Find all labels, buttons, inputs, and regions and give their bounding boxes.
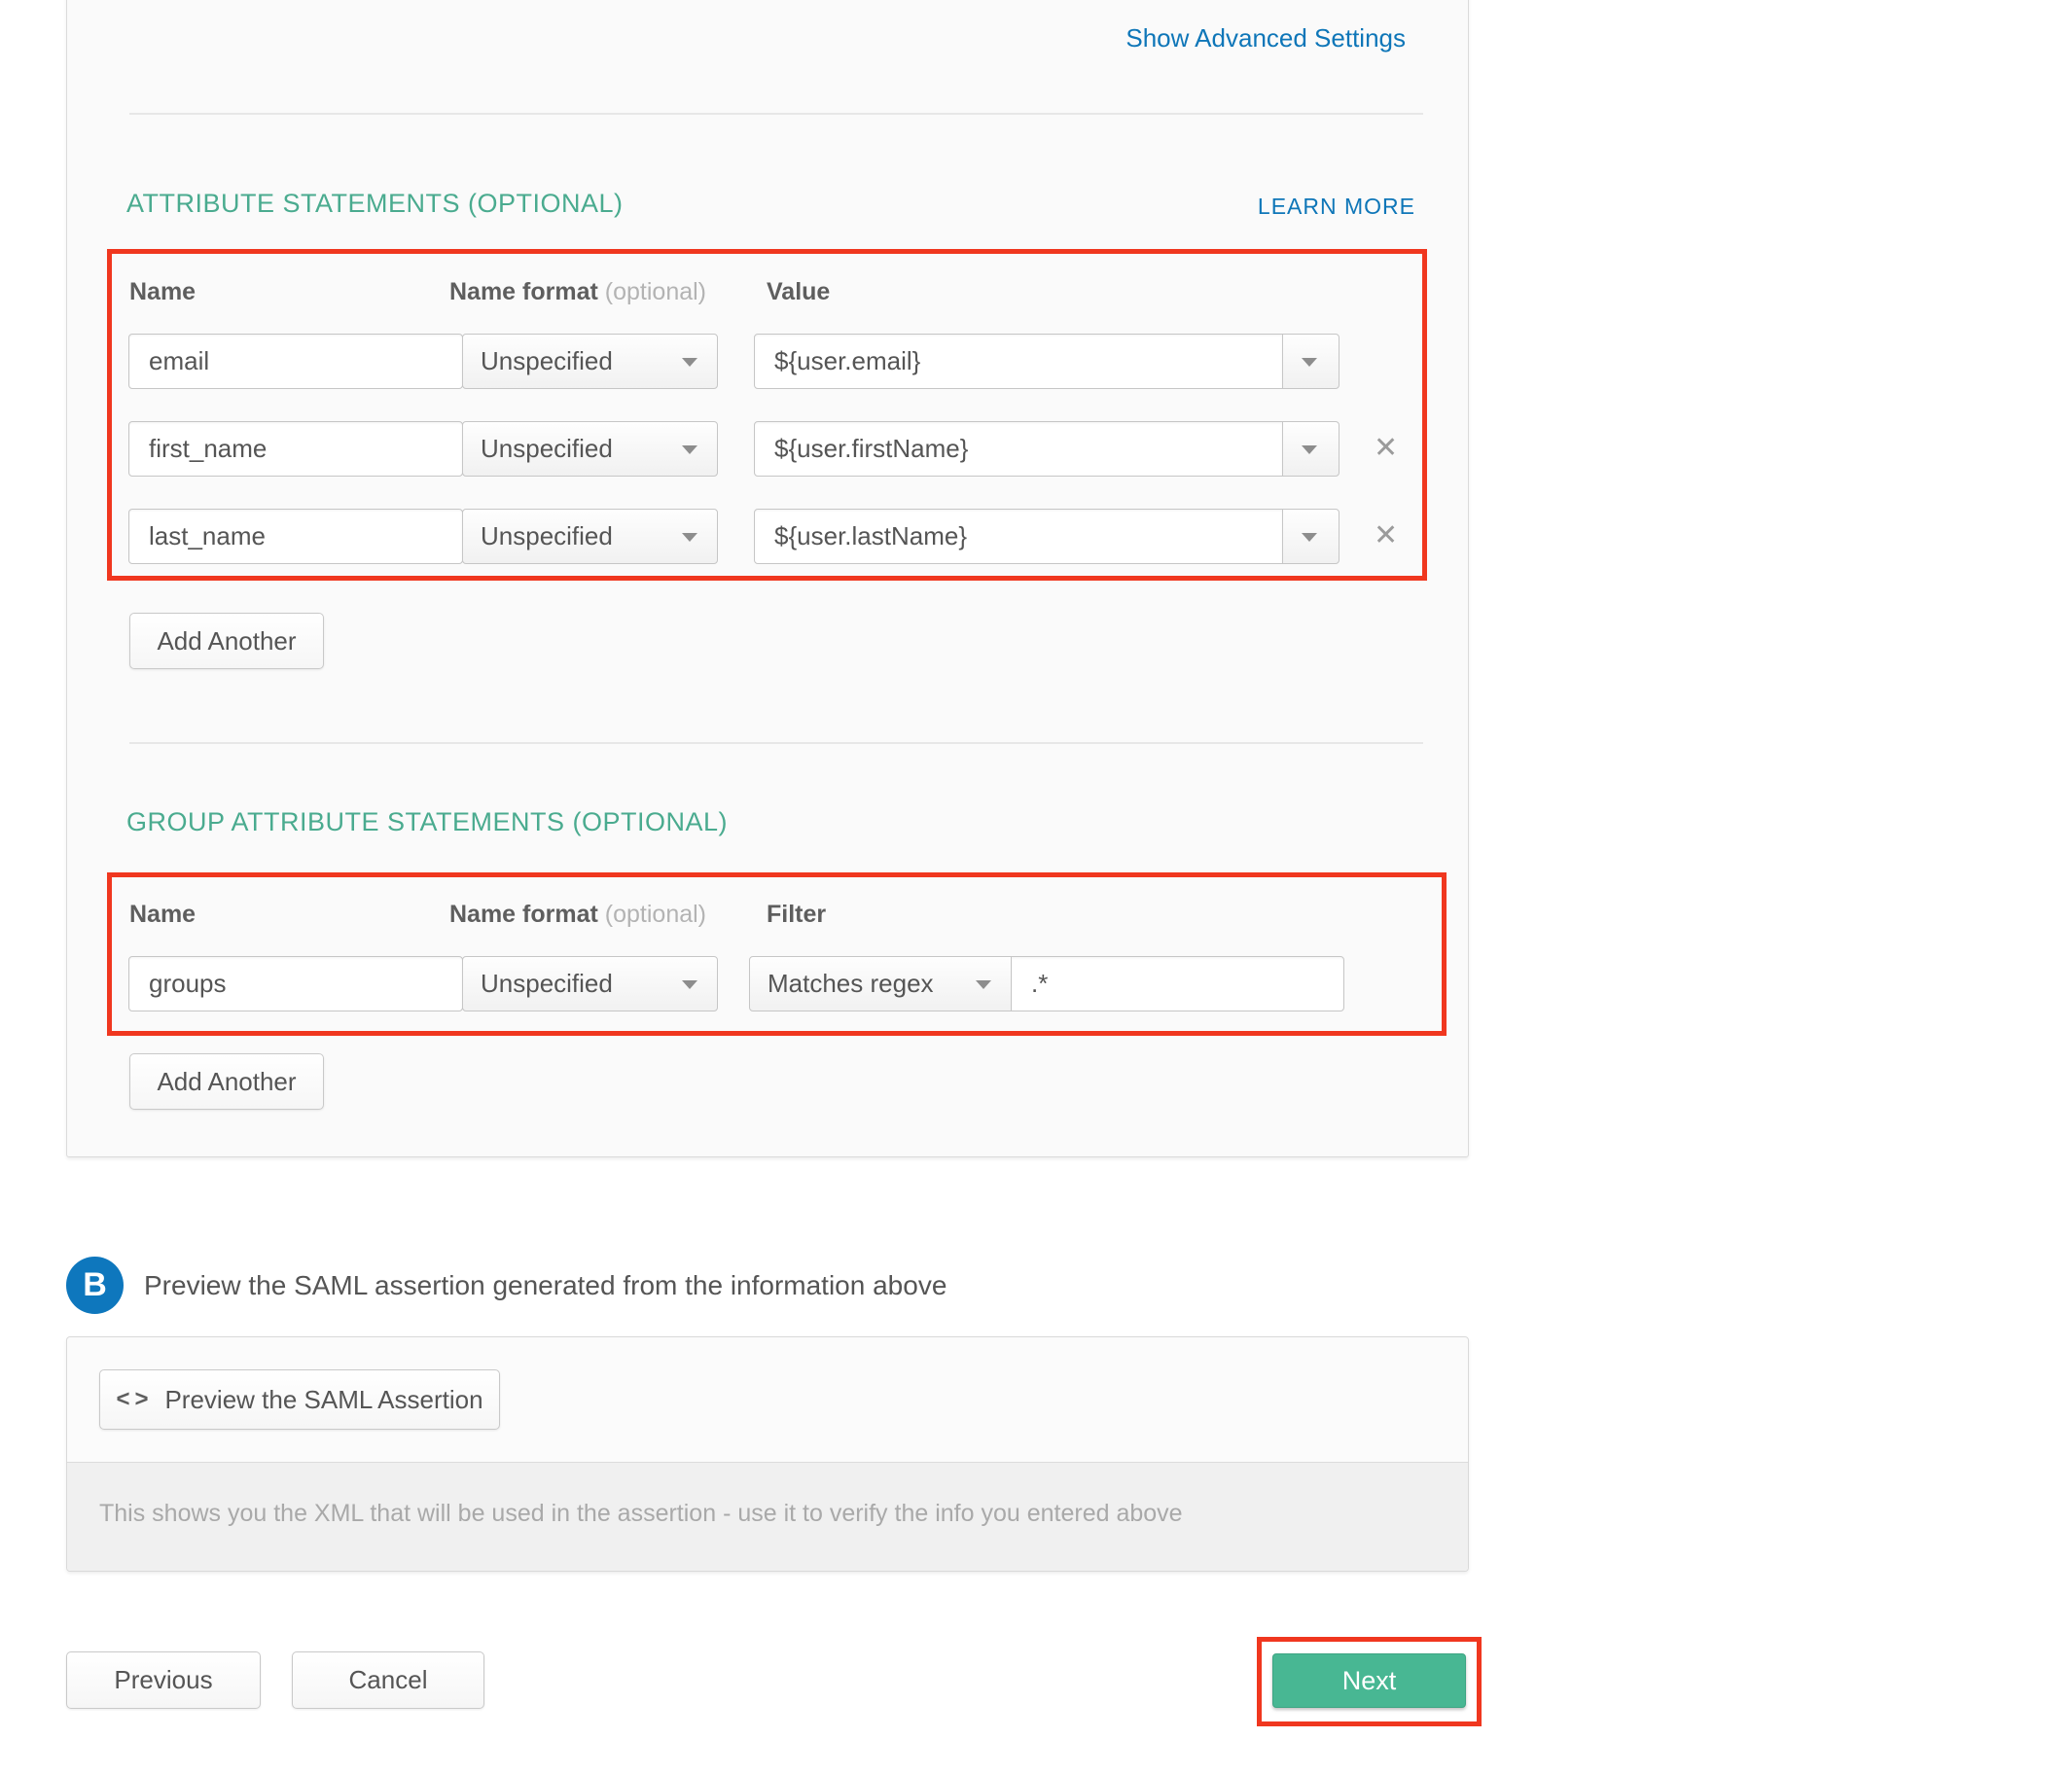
attribute-statements-heading: ATTRIBUTE STATEMENTS (OPTIONAL) [126,189,624,219]
group-attribute-statements-heading: GROUP ATTRIBUTE STATEMENTS (OPTIONAL) [126,807,728,837]
attr-value-input[interactable] [754,421,1283,477]
next-button[interactable]: Next [1272,1653,1466,1708]
show-advanced-settings-link[interactable]: Show Advanced Settings [1065,23,1406,53]
column-header-name: Name [129,901,196,929]
divider [129,113,1423,115]
attr-value-input[interactable] [754,334,1283,389]
column-header-name: Name [129,278,196,306]
learn-more-link[interactable]: LEARN MORE [1201,194,1415,220]
chevron-down-icon [682,445,697,454]
add-another-attribute-button[interactable]: Add Another [129,613,324,669]
remove-row-icon[interactable]: ✕ [1374,434,1398,463]
optional-hint: (optional) [605,278,706,305]
chevron-down-icon [682,980,697,989]
chevron-down-icon [1302,358,1317,367]
group-filter-value-input[interactable] [1011,956,1344,1011]
preview-section-title: Preview the SAML assertion generated fro… [144,1270,947,1301]
cancel-button[interactable]: Cancel [292,1651,484,1709]
divider [129,742,1423,744]
attr-value-dropdown-toggle[interactable] [1282,421,1340,477]
attr-name-format-select[interactable]: Unspecified [462,421,718,477]
group-name-format-select[interactable]: Unspecified [462,956,718,1011]
remove-row-icon[interactable]: ✕ [1374,521,1398,550]
saml-settings-page: Show Advanced Settings ATTRIBUTE STATEME… [0,0,2072,1774]
selected-format: Unspecified [481,521,613,550]
code-brackets-icon: <> [116,1386,153,1413]
attr-name-input[interactable] [128,334,463,389]
attr-name-input[interactable] [128,509,463,564]
attr-name-input[interactable] [128,421,463,477]
chevron-down-icon [976,980,991,989]
column-header-name-format: Name format (optional) [449,278,706,306]
selected-format: Unspecified [481,969,613,998]
attr-name-format-select[interactable]: Unspecified [462,334,718,389]
preview-helper-text: This shows you the XML that will be used… [99,1500,1364,1528]
attr-value-input[interactable] [754,509,1283,564]
previous-button[interactable]: Previous [66,1651,261,1709]
attr-name-format-select[interactable]: Unspecified [462,509,718,564]
preview-saml-assertion-button[interactable]: <> Preview the SAML Assertion [99,1369,500,1430]
selected-filter-type: Matches regex [768,969,934,998]
step-b-badge: B [66,1257,124,1314]
selected-format: Unspecified [481,346,613,375]
group-name-input[interactable] [128,956,463,1011]
column-header-name-format: Name format (optional) [449,901,706,929]
chevron-down-icon [1302,533,1317,542]
attr-value-dropdown-toggle[interactable] [1282,334,1340,389]
column-header-value: Value [767,278,830,306]
preview-saml-assertion-label: Preview the SAML Assertion [164,1385,482,1415]
chevron-down-icon [682,533,697,542]
column-header-filter: Filter [767,901,826,929]
add-another-group-attribute-button[interactable]: Add Another [129,1053,324,1110]
chevron-down-icon [682,358,697,367]
group-filter-type-select[interactable]: Matches regex [749,956,1012,1011]
selected-format: Unspecified [481,434,613,463]
chevron-down-icon [1302,445,1317,454]
attr-value-dropdown-toggle[interactable] [1282,509,1340,564]
optional-hint: (optional) [605,901,706,928]
